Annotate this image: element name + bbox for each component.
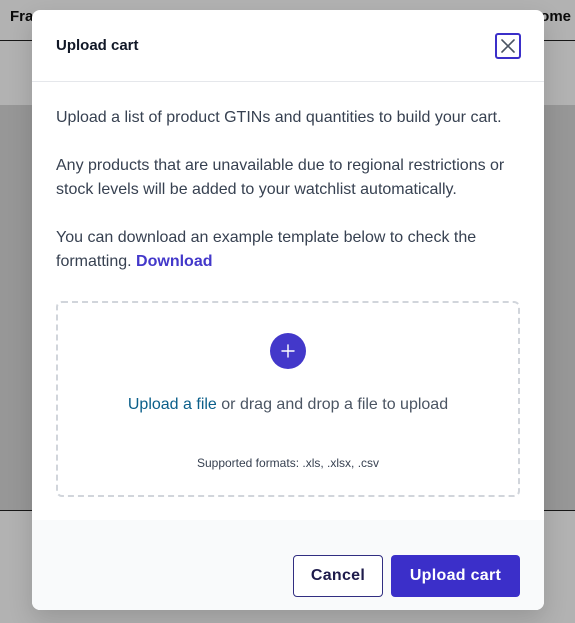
watchlist-paragraph: Any products that are unavailable due to… — [56, 157, 505, 198]
modal-footer: Cancel Upload cart — [32, 520, 544, 610]
template-text: You can download an example template bel… — [56, 229, 477, 270]
modal-body: Upload a list of product GTINs and quant… — [56, 106, 520, 298]
upload-cart-modal: Upload cart Upload a list of product GTI… — [32, 10, 544, 610]
file-dropzone[interactable]: Upload a file or drag and drop a file to… — [56, 301, 520, 497]
modal-header: Upload cart — [32, 10, 544, 82]
plus-icon — [281, 344, 295, 358]
supported-formats: Supported formats: .xls, .xlsx, .csv — [196, 456, 380, 470]
cancel-button[interactable]: Cancel — [293, 555, 383, 597]
upload-file-link[interactable]: Upload a file — [128, 396, 217, 413]
modal-title: Upload cart — [56, 37, 139, 54]
template-paragraph: You can download an example template bel… — [56, 226, 520, 274]
upload-cart-button[interactable]: Upload cart — [391, 555, 520, 597]
intro-paragraph: Upload a list of product GTINs and quant… — [56, 109, 502, 126]
close-icon — [501, 39, 515, 53]
close-button[interactable] — [495, 33, 521, 59]
upload-instructions: Upload a file or drag and drop a file to… — [58, 393, 518, 417]
download-link[interactable]: Download — [136, 253, 212, 270]
add-file-button[interactable] — [270, 333, 306, 369]
upload-instructions-text: or drag and drop a file to upload — [216, 396, 449, 413]
